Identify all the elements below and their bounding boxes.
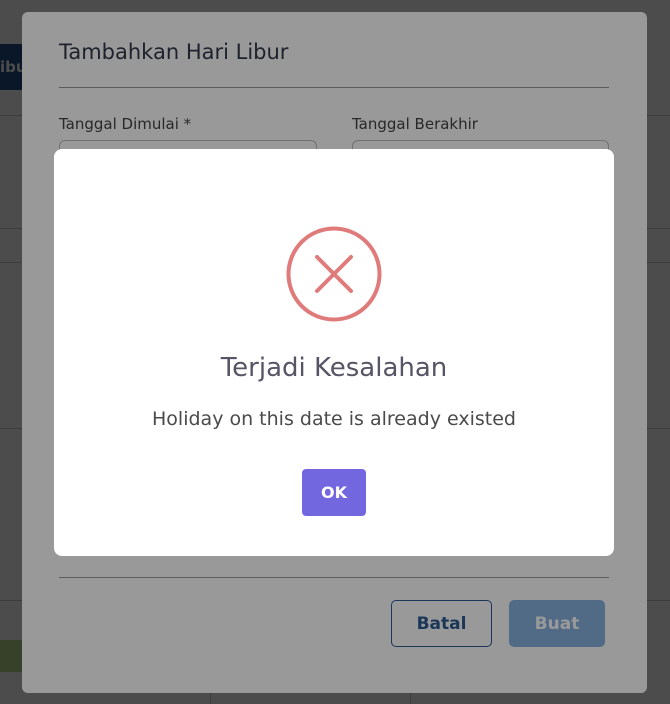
ok-button[interactable]: OK — [302, 469, 366, 516]
error-x-circle-icon — [286, 226, 382, 322]
error-alert-dialog: Terjadi Kesalahan Holiday on this date i… — [54, 149, 614, 556]
alert-message: Holiday on this date is already existed — [152, 408, 516, 430]
alert-title: Terjadi Kesalahan — [220, 353, 448, 383]
